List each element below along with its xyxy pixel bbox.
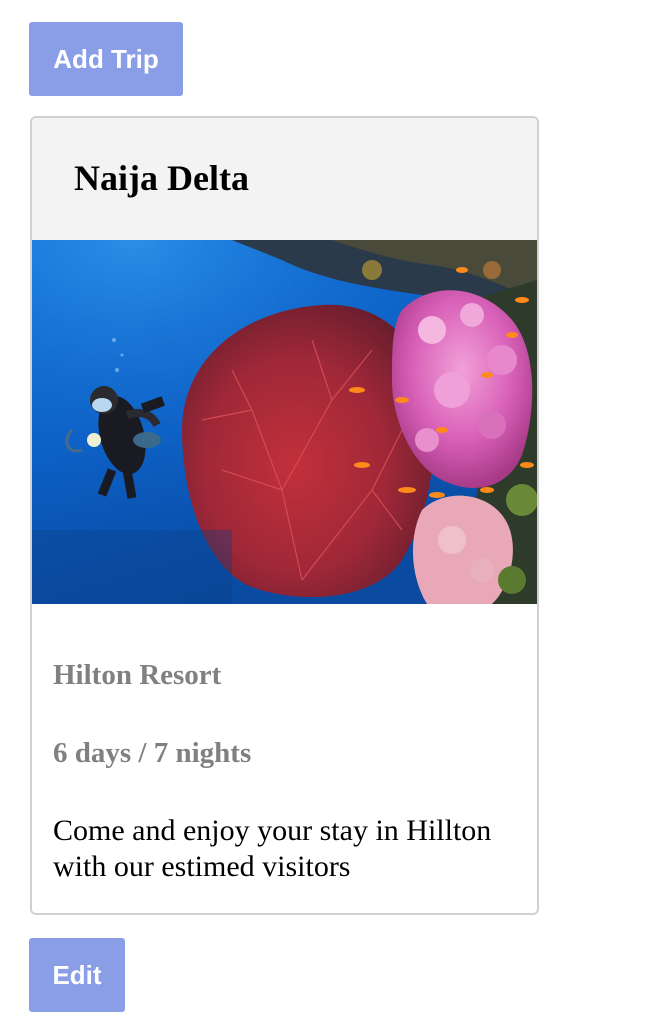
trip-description: Come and enjoy your stay in Hillton with… [53, 814, 492, 883]
add-trip-button[interactable]: Add Trip [29, 22, 183, 96]
trip-card-header: Naija Delta [32, 118, 537, 240]
trip-resort: Hilton Resort [53, 659, 222, 691]
trip-title: Naija Delta [74, 158, 249, 198]
trip-card: Naija Delta Hilton Resort 6 days / 7 nig… [30, 116, 539, 915]
coral-reef-diver-illustration [32, 240, 537, 604]
edit-button[interactable]: Edit [29, 938, 125, 1012]
trip-image [32, 240, 537, 604]
trip-duration: 6 days / 7 nights [53, 737, 252, 769]
